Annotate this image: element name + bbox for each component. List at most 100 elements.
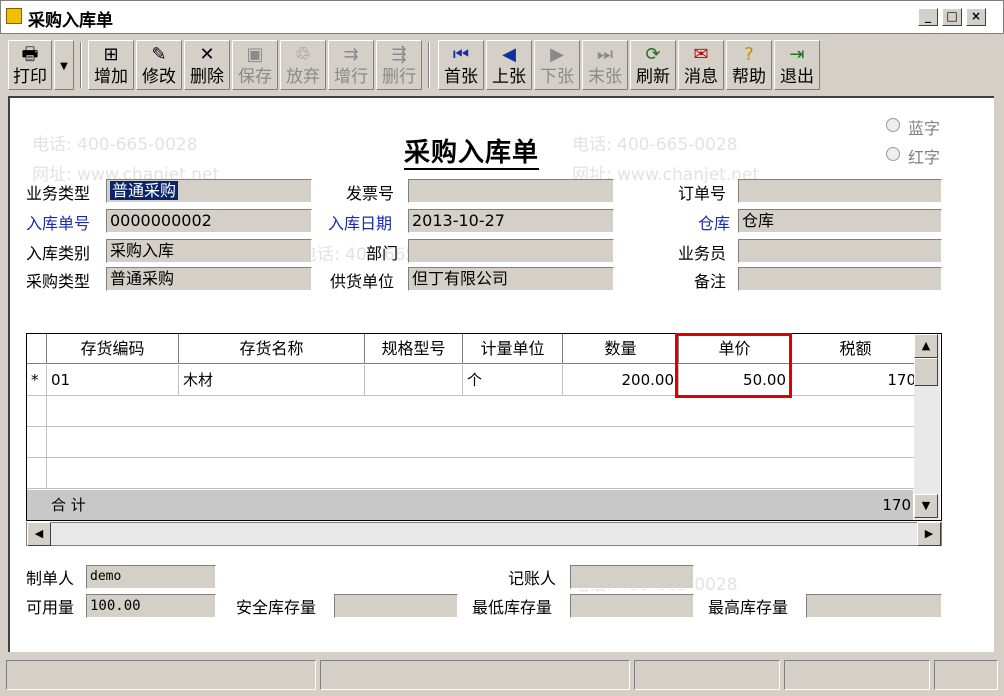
order-no-field[interactable] bbox=[738, 179, 942, 203]
cell-spec[interactable] bbox=[365, 365, 463, 396]
supplier-field[interactable]: 但丁有限公司 bbox=[408, 267, 614, 291]
bookkeeper-label: 记账人 bbox=[508, 569, 557, 588]
window-title: 采购入库单 bbox=[28, 11, 113, 31]
next-button[interactable]: ▶ 下张 bbox=[534, 40, 580, 90]
red-radio-label: 红字 bbox=[908, 148, 941, 167]
status-pane bbox=[320, 660, 630, 690]
max-stock-label: 最高库存量 bbox=[708, 598, 789, 617]
highlight-box bbox=[675, 333, 792, 398]
refresh-button[interactable]: ⟳ 刷新 bbox=[630, 40, 676, 90]
blue-radio[interactable] bbox=[886, 118, 900, 132]
horizontal-scrollbar[interactable]: ◀ ▶ bbox=[26, 522, 942, 546]
delete-row-icon: ⇶ bbox=[391, 44, 407, 65]
exit-button[interactable]: ⇥ 退出 bbox=[774, 40, 820, 90]
sum-row: 合 计 170 bbox=[27, 490, 913, 520]
safety-stock-field[interactable] bbox=[334, 594, 458, 618]
first-icon: ⏮ bbox=[452, 44, 470, 65]
empty-row[interactable] bbox=[47, 427, 921, 458]
print-dropdown-button[interactable]: ▼ bbox=[54, 40, 74, 90]
min-stock-field[interactable] bbox=[570, 594, 694, 618]
discard-button[interactable]: ♲ 放弃 bbox=[280, 40, 326, 90]
maker-label: 制单人 bbox=[26, 569, 75, 588]
row-marker: * bbox=[27, 365, 47, 396]
receipt-type-field[interactable]: 采购入库 bbox=[106, 239, 312, 263]
red-radio[interactable] bbox=[886, 147, 900, 161]
close-button[interactable]: × bbox=[966, 8, 986, 26]
empty-row[interactable] bbox=[47, 396, 921, 427]
last-button[interactable]: ⏭ 末张 bbox=[582, 40, 628, 90]
business-type-field[interactable]: 普通采购 bbox=[106, 179, 312, 203]
delete-row-button[interactable]: ⇶ 删行 bbox=[376, 40, 422, 90]
maximize-button[interactable]: □ bbox=[942, 8, 962, 26]
prev-icon: ◀ bbox=[502, 44, 516, 65]
add-button[interactable]: ⊞ 增加 bbox=[88, 40, 134, 90]
cell-unit[interactable]: 个 bbox=[463, 365, 563, 396]
business-type-label: 业务类型 bbox=[26, 184, 91, 203]
receipt-no-label: 入库单号 bbox=[26, 214, 91, 233]
purchase-type-field[interactable]: 普通采购 bbox=[106, 267, 312, 291]
scroll-thumb[interactable] bbox=[914, 358, 938, 386]
remark-field[interactable] bbox=[738, 267, 942, 291]
column-header-tax[interactable]: 税额 bbox=[791, 334, 921, 364]
column-header-code[interactable]: 存货编码 bbox=[47, 334, 179, 364]
save-button[interactable]: ▣ 保存 bbox=[232, 40, 278, 90]
status-pane bbox=[634, 660, 780, 690]
supplier-label: 供货单位 bbox=[330, 272, 395, 291]
first-button[interactable]: ⏮ 首张 bbox=[438, 40, 484, 90]
invoice-no-field[interactable] bbox=[408, 179, 614, 203]
receipt-type-label: 入库类别 bbox=[26, 244, 91, 263]
prev-button[interactable]: ◀ 上张 bbox=[486, 40, 532, 90]
help-icon: ? bbox=[744, 44, 754, 65]
column-header-unit[interactable]: 计量单位 bbox=[463, 334, 563, 364]
row-header-corner bbox=[27, 334, 47, 364]
empty-row[interactable] bbox=[47, 458, 921, 489]
minimize-button[interactable]: _ bbox=[918, 8, 938, 26]
status-pane bbox=[784, 660, 930, 690]
min-stock-label: 最低库存量 bbox=[472, 598, 553, 617]
document-title: 采购入库单 bbox=[404, 138, 540, 170]
available-field[interactable]: 100.00 bbox=[86, 594, 216, 618]
detail-grid[interactable]: 存货编码 存货名称 规格型号 计量单位 数量 单价 税额 * 01 木材 个 2… bbox=[26, 333, 942, 521]
column-header-name[interactable]: 存货名称 bbox=[179, 334, 365, 364]
add-row-button[interactable]: ⇉ 增行 bbox=[328, 40, 374, 90]
maker-field[interactable]: demo bbox=[86, 565, 216, 589]
row-marker bbox=[27, 427, 47, 458]
max-stock-field[interactable] bbox=[806, 594, 942, 618]
column-header-qty[interactable]: 数量 bbox=[563, 334, 679, 364]
salesman-field[interactable] bbox=[738, 239, 942, 263]
scroll-down-icon[interactable]: ▼ bbox=[914, 494, 938, 518]
scroll-left-icon[interactable]: ◀ bbox=[27, 522, 51, 546]
print-button[interactable]: 🖶 打印 bbox=[8, 40, 52, 90]
scroll-up-icon[interactable]: ▲ bbox=[914, 334, 938, 358]
edit-button[interactable]: ✎ 修改 bbox=[136, 40, 182, 90]
receipt-no-field[interactable]: 0000000002 bbox=[106, 209, 312, 233]
vertical-scrollbar[interactable]: ▲ ▼ bbox=[914, 334, 940, 520]
cell-code[interactable]: 01 bbox=[47, 365, 179, 396]
message-button[interactable]: ✉ 消息 bbox=[678, 40, 724, 90]
salesman-label: 业务员 bbox=[678, 244, 727, 263]
delete-button[interactable]: ✕ 删除 bbox=[184, 40, 230, 90]
safety-stock-label: 安全库存量 bbox=[236, 598, 317, 617]
invoice-no-label: 发票号 bbox=[346, 184, 395, 203]
remark-label: 备注 bbox=[694, 272, 727, 291]
cell-tax[interactable]: 170 bbox=[791, 365, 921, 396]
scroll-right-icon[interactable]: ▶ bbox=[917, 522, 941, 546]
receipt-date-field[interactable]: 2013-10-27 bbox=[408, 209, 614, 233]
cell-qty[interactable]: 200.00 bbox=[563, 365, 679, 396]
bookkeeper-field[interactable] bbox=[570, 565, 694, 589]
dept-label: 部门 bbox=[366, 244, 399, 263]
cell-name[interactable]: 木材 bbox=[179, 365, 365, 396]
refresh-icon: ⟳ bbox=[645, 44, 661, 65]
warehouse-field[interactable]: 仓库 bbox=[738, 209, 942, 233]
order-no-label: 订单号 bbox=[678, 184, 727, 203]
sum-tax: 170 bbox=[882, 496, 911, 514]
dept-field[interactable] bbox=[408, 239, 614, 263]
message-icon: ✉ bbox=[693, 44, 709, 65]
toolbar: 🖶 打印 ▼ ⊞ 增加 ✎ 修改 ✕ 删除 ▣ 保存 ♲ 放弃 ⇉ 增行 ⇶ 删行 ⏮ 首张 ◀ 上… bbox=[4, 36, 1002, 94]
help-button[interactable]: ? 帮助 bbox=[726, 40, 772, 90]
add-icon: ⊞ bbox=[103, 44, 119, 65]
column-header-spec[interactable]: 规格型号 bbox=[365, 334, 463, 364]
edit-icon: ✎ bbox=[151, 44, 167, 65]
app-icon bbox=[6, 8, 22, 24]
printer-icon: 🖶 bbox=[21, 44, 39, 65]
